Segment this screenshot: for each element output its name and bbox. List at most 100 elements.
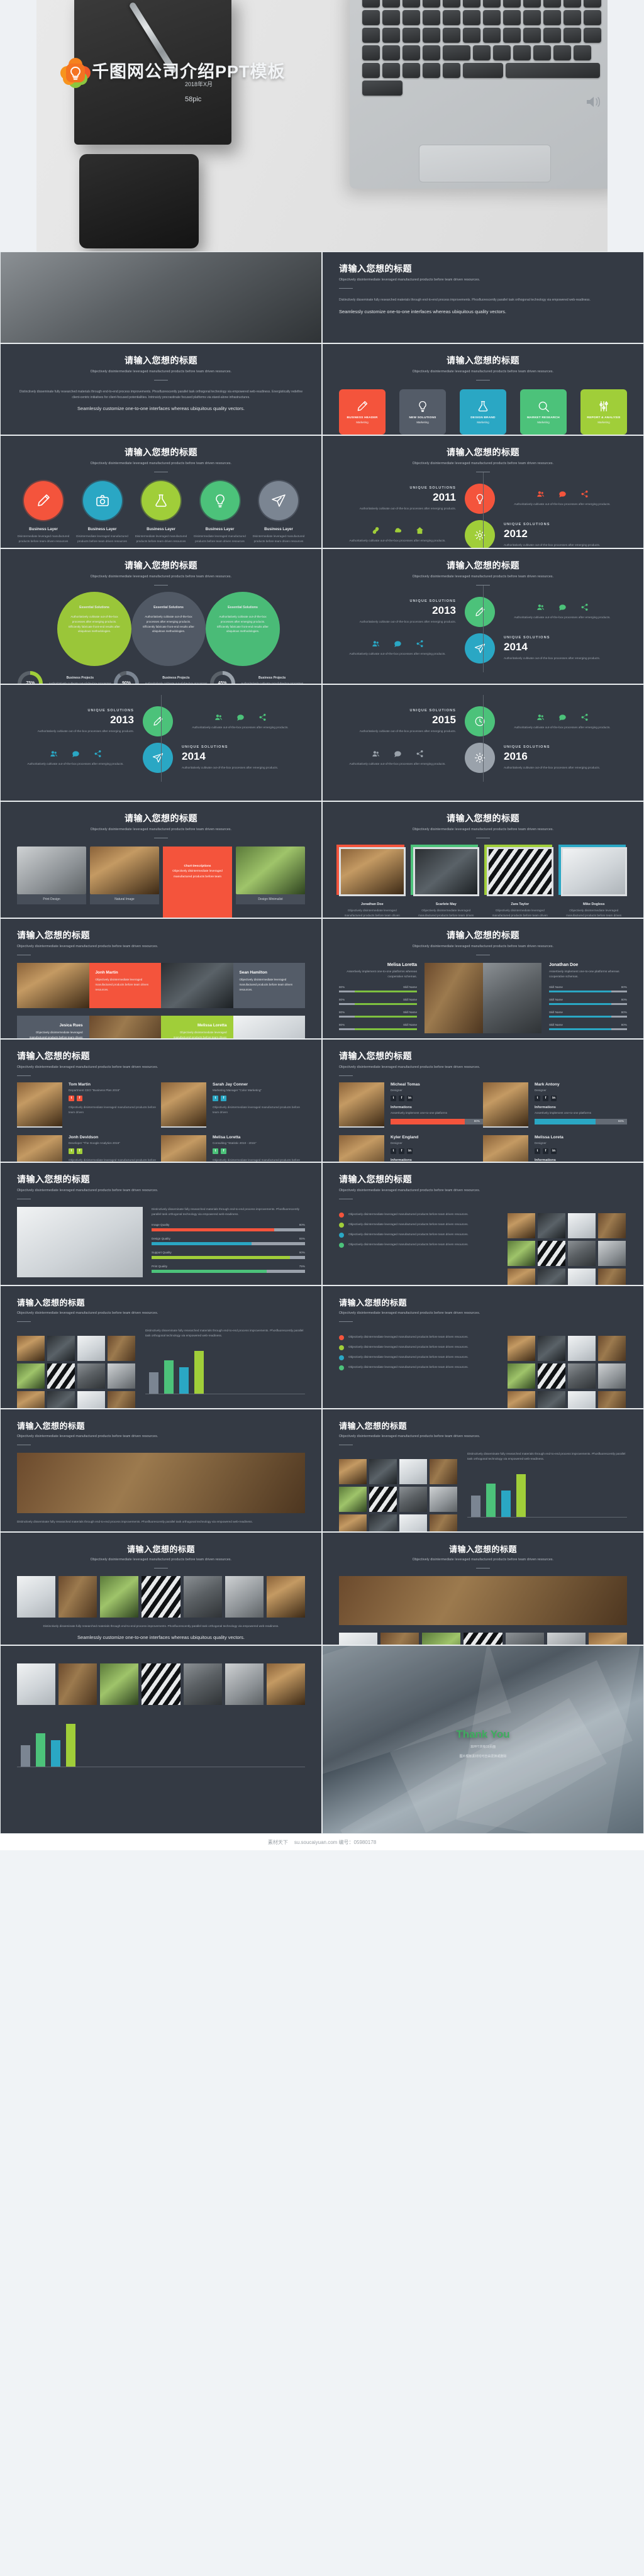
person-progress-card[interactable]: Micheal Tomas Designer t f in Informations Ass… [339, 1082, 483, 1128]
slide-photo-desk[interactable] [0, 252, 322, 343]
twitter-icon[interactable]: t [213, 1148, 218, 1154]
strip-photo[interactable] [142, 1575, 180, 1618]
slide-feature-circles[interactable]: 请输入您想的标题 Objectively disintermediate lev… [0, 435, 322, 548]
bullet-item[interactable]: Objectively disintermediate leveraged ma… [339, 1345, 499, 1350]
slide-people-social[interactable]: 请输入您想的标题 Objectively disintermediate lev… [0, 1039, 322, 1162]
mosaic-tile[interactable] [508, 1240, 535, 1266]
facebook-icon[interactable]: f [399, 1095, 404, 1101]
strip-photo[interactable] [266, 1575, 305, 1618]
linkedin-icon[interactable]: in [407, 1095, 413, 1101]
slide-photo-strip-right[interactable]: 请输入您想的标题 Objectively disintermediate lev… [322, 1532, 644, 1645]
strip-photo[interactable] [266, 1663, 305, 1705]
chart-bar[interactable] [21, 1745, 30, 1767]
facebook-icon[interactable]: f [221, 1148, 226, 1154]
slide-timeline-c-right[interactable]: UNIQUE SOLUTIONS 2015 Authoritatively cult… [322, 684, 644, 801]
mosaic-tile[interactable] [568, 1335, 596, 1361]
bullet-item[interactable]: Objectively disintermediate leveraged ma… [339, 1222, 499, 1228]
mosaic-tile[interactable] [598, 1213, 626, 1238]
tile-item[interactable]: DESIGN BRAND Marketing [460, 389, 506, 435]
person-progress-card[interactable]: Kyler EnglandDesignertfinInformationsAss… [339, 1135, 483, 1162]
tile-item[interactable]: REPORT & ANALYSIS Marketing [580, 389, 627, 435]
feature-circle-item[interactable]: Business Layer Disintermediate leveraged … [194, 480, 247, 544]
chart-bar[interactable] [51, 1740, 60, 1767]
quality-bar-row[interactable]: Print Quality 75% [152, 1265, 305, 1274]
strip-photo[interactable] [422, 1632, 461, 1645]
facebook-icon[interactable]: f [221, 1095, 226, 1101]
person-card[interactable]: Tom Martin Department CEO "Business Plan … [17, 1082, 161, 1128]
linkedin-icon[interactable]: in [407, 1148, 413, 1154]
twitter-icon[interactable]: t [69, 1095, 74, 1101]
split-card[interactable]: Jonh Martin Objectively disintermediate l… [17, 962, 161, 1008]
skill-row[interactable]: Skill Name 80% [549, 998, 627, 1006]
mosaic-tile[interactable] [399, 1514, 427, 1531]
split-card[interactable]: Sean Hamilton Objectively disintermediate… [161, 962, 305, 1008]
strip-photo[interactable] [17, 1575, 56, 1618]
bullet-item[interactable]: Objectively disintermediate leveraged ma… [339, 1232, 499, 1238]
facebook-icon[interactable]: f [77, 1095, 82, 1101]
mosaic-tile[interactable] [77, 1335, 105, 1361]
gallery-card[interactable]: Natural Image [90, 846, 159, 904]
mosaic-tile[interactable] [369, 1514, 397, 1531]
chart-bar[interactable] [179, 1367, 189, 1394]
mosaic-tile[interactable] [47, 1391, 75, 1408]
quality-bar-row[interactable]: Design Quality 65% [152, 1237, 305, 1246]
mosaic-tile[interactable] [538, 1240, 565, 1266]
slide-thank-you[interactable]: Thank You 本PPT共有19页面 图片模板素材均可自由更换或删除 [322, 1645, 644, 1834]
strip-photo[interactable] [17, 1663, 56, 1705]
mosaic-tile[interactable] [568, 1391, 596, 1408]
mosaic-tile[interactable] [369, 1458, 397, 1484]
mosaic-tile[interactable] [108, 1363, 135, 1389]
mosaic-tile[interactable] [598, 1363, 626, 1389]
mosaic-tile[interactable] [568, 1240, 596, 1266]
person-card[interactable]: Jonh Devidson Developer "The Google Analy… [17, 1135, 161, 1162]
venn-circle[interactable]: Essential Solutions Authoritatively culti… [57, 591, 131, 666]
chart-bar[interactable] [66, 1723, 75, 1767]
split-card[interactable]: Jesica Rues Objectively disintermediate l… [17, 1015, 161, 1038]
chart-bar[interactable] [36, 1733, 45, 1767]
slide-intro-left-aligned[interactable]: 请输入您想的标题 Objectively disintermediate lev… [322, 252, 644, 343]
mosaic-tile[interactable] [598, 1335, 626, 1361]
mosaic-tile[interactable] [369, 1486, 397, 1512]
mosaic-tile[interactable] [568, 1213, 596, 1238]
skill-row[interactable]: Skill Name 80% [549, 985, 627, 993]
slide-timeline-c-left[interactable]: UNIQUE SOLUTIONS 2013 Authoritatively cult… [0, 684, 322, 801]
team-card[interactable]: Mike Dogless Objectively disintermediate … [558, 844, 627, 918]
venn-circle[interactable]: Essential Solutions Authoritatively culti… [131, 591, 206, 666]
mosaic-tile[interactable] [568, 1363, 596, 1389]
mosaic-tile[interactable] [17, 1335, 45, 1361]
bullet-item[interactable]: Objectively disintermediate leveraged ma… [339, 1335, 499, 1340]
donut-stat[interactable]: 90% Business Projects Authoritatively cult… [113, 670, 208, 684]
strip-photo[interactable] [547, 1632, 586, 1645]
strip-photo[interactable] [58, 1575, 97, 1618]
slide-skills[interactable]: 请输入您想的标题 Objectively disintermediate lev… [322, 918, 644, 1039]
mosaic-tile[interactable] [77, 1363, 105, 1389]
mosaic-tile[interactable] [568, 1268, 596, 1285]
slide-timeline-a[interactable]: 请输入您想的标题 Objectively disintermediate lev… [322, 435, 644, 548]
mosaic-tile[interactable] [430, 1458, 457, 1484]
twitter-icon[interactable]: t [535, 1148, 540, 1154]
strip-photo[interactable] [142, 1663, 180, 1705]
strip-photo[interactable] [505, 1632, 544, 1645]
person-card[interactable]: Melisa Loretta Consulting "Statistic 2010… [161, 1135, 305, 1162]
facebook-icon[interactable]: f [543, 1095, 548, 1101]
donut-stat[interactable]: 45% Business Projects Authoritatively cult… [209, 670, 304, 684]
mosaic-tile[interactable] [77, 1391, 105, 1408]
twitter-icon[interactable]: t [391, 1095, 396, 1101]
gallery-card[interactable]: Chart Descriptions Objectively disinterme… [163, 846, 232, 918]
mosaic-tile[interactable] [538, 1391, 565, 1408]
mosaic-tile[interactable] [108, 1391, 135, 1408]
slide-laptop-bars[interactable]: 请输入您想的标题 Objectively disintermediate lev… [0, 1162, 322, 1285]
skill-row[interactable]: 80% Skill Name [339, 998, 417, 1006]
mosaic-tile[interactable] [538, 1268, 565, 1285]
tile-item[interactable]: NEW SOLUTIONS Marketing [399, 389, 446, 435]
mosaic-tile[interactable] [508, 1363, 535, 1389]
mosaic-tile[interactable] [430, 1514, 457, 1531]
chart-bar[interactable] [471, 1496, 480, 1518]
twitter-icon[interactable]: t [69, 1148, 74, 1154]
skill-row[interactable]: Skill Name 80% [549, 1011, 627, 1018]
mosaic-tile[interactable] [598, 1240, 626, 1266]
facebook-icon[interactable]: f [77, 1148, 82, 1154]
strip-photo[interactable] [464, 1632, 502, 1645]
slide-venn[interactable]: 请输入您想的标题 Objectively disintermediate lev… [0, 548, 322, 684]
feature-circle-item[interactable]: Business Layer Disintermediate leveraged … [76, 480, 129, 544]
